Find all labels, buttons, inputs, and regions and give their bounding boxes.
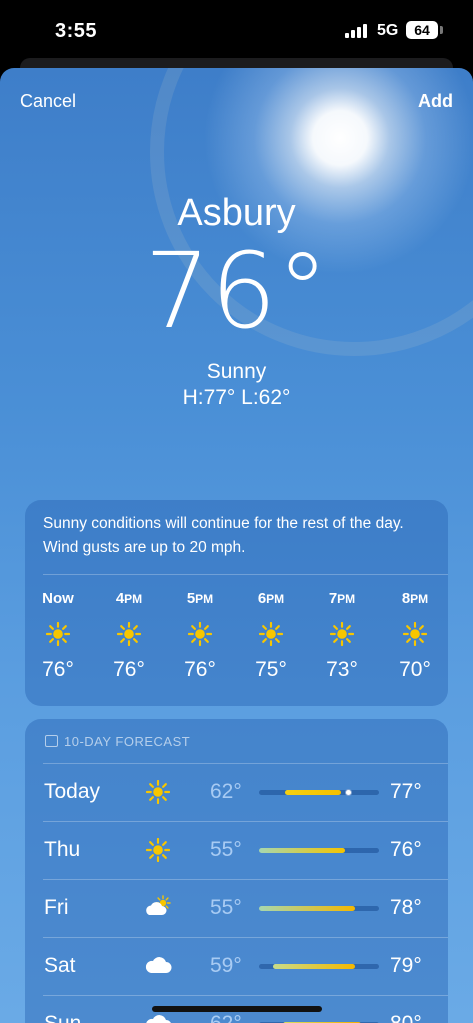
hour-temperature: 75° (255, 658, 287, 681)
temperature-range-bar (259, 964, 379, 969)
low-temperature: 59° (210, 954, 242, 977)
day-label: Sat (44, 954, 76, 977)
sun-icon (402, 621, 428, 647)
cloud-icon (143, 953, 173, 979)
hourly-forecast-card[interactable]: Sunny conditions will continue for the r… (25, 500, 448, 706)
sun-icon (329, 621, 355, 647)
hour-ampm: PM (124, 592, 143, 606)
day-label: Thu (44, 838, 81, 861)
cloud-icon (143, 1011, 173, 1023)
low-temperature: 55° (210, 896, 242, 919)
hour-time: 7 (328, 590, 338, 607)
current-temperature: 76° (144, 230, 329, 352)
hour-time: 4 (115, 590, 125, 607)
high-temperature: 78° (390, 896, 422, 919)
day-label: Fri (44, 896, 69, 919)
cellular-signal-icon (345, 24, 369, 38)
hour-time: 5 (186, 590, 196, 607)
home-indicator[interactable] (152, 1006, 322, 1012)
city-name: Asbury (177, 192, 296, 234)
ten-day-title: 10-DAY FORECAST (64, 734, 191, 749)
ten-day-forecast-card[interactable]: 10-DAY FORECAST Today 62° 77° Thu 55° 76° Fri 5… (25, 719, 448, 1023)
daily-row[interactable]: Fri 55° 78° (25, 880, 448, 938)
daily-row[interactable]: Today 62° 77° (25, 764, 448, 822)
hour-temperature: 76° (42, 658, 74, 681)
current-condition: Sunny (206, 360, 267, 383)
hour-temperature: 70° (399, 658, 431, 681)
calendar-icon (45, 735, 58, 747)
add-button[interactable]: Add (418, 91, 453, 112)
day-label: Sun (44, 1012, 81, 1023)
hour-time: 8 (401, 590, 411, 607)
forecast-summary: Sunny conditions will continue for the r… (43, 515, 404, 556)
hour-time: Now (42, 590, 74, 607)
temperature-range-fill (273, 964, 355, 969)
sun-icon (187, 621, 213, 647)
temperature-range-fill (259, 906, 355, 911)
battery-tip (440, 26, 443, 34)
hour-label: 6PM (241, 590, 301, 607)
hour-label: 4PM (99, 590, 159, 607)
sun-icon (143, 837, 173, 863)
hour-ampm: PM (195, 592, 214, 606)
status-time: 3:55 (55, 20, 98, 42)
high-low: H:77° L:62° (182, 386, 291, 409)
hour-ampm: PM (337, 592, 356, 606)
hour-label: 5PM (170, 590, 230, 607)
hour-label: 8PM (385, 590, 445, 607)
day-label: Today (44, 780, 101, 803)
hour-ampm: PM (410, 592, 429, 606)
partly-cloudy-icon (143, 895, 173, 921)
hour-label: 7PM (312, 590, 372, 607)
ten-day-header: 10-DAY FORECAST (45, 734, 190, 749)
temperature-range-bar (259, 906, 379, 911)
hour-temperature: 76° (184, 658, 216, 681)
sun-icon (116, 621, 142, 647)
temperature-range-bar (259, 789, 379, 796)
hour-temperature: 76° (113, 658, 145, 681)
high-temperature: 79° (390, 954, 422, 977)
sun-icon (143, 779, 173, 805)
hour-temperature: 73° (326, 658, 358, 681)
weather-sheet: Cancel Add Asbury 76° Sunny H:77° L:62° … (0, 68, 473, 1023)
high-temperature: 77° (390, 780, 422, 803)
hour-label: Now (28, 590, 88, 607)
temperature-range-fill (259, 848, 346, 853)
high-temperature: 80° (390, 1012, 422, 1023)
temperature-range-fill (285, 790, 341, 795)
cancel-button[interactable]: Cancel (20, 91, 76, 112)
current-temp-marker (345, 789, 352, 796)
high-temperature: 76° (390, 838, 422, 861)
low-temperature: 55° (210, 838, 242, 861)
daily-row[interactable]: Thu 55° 76° (25, 822, 448, 880)
temperature-range-bar (259, 848, 379, 853)
low-temperature: 62° (210, 1012, 242, 1023)
divider (43, 574, 448, 575)
hour-ampm: PM (266, 592, 285, 606)
battery-icon: 64 (406, 21, 438, 39)
hour-time: 6 (257, 590, 267, 607)
daily-row[interactable]: Sat 59° 79° (25, 938, 448, 996)
sun-icon (45, 621, 71, 647)
status-bar: 3:55 5G 64 (0, 0, 473, 62)
sun-icon (258, 621, 284, 647)
low-temperature: 62° (210, 780, 242, 803)
network-type: 5G (377, 22, 399, 39)
